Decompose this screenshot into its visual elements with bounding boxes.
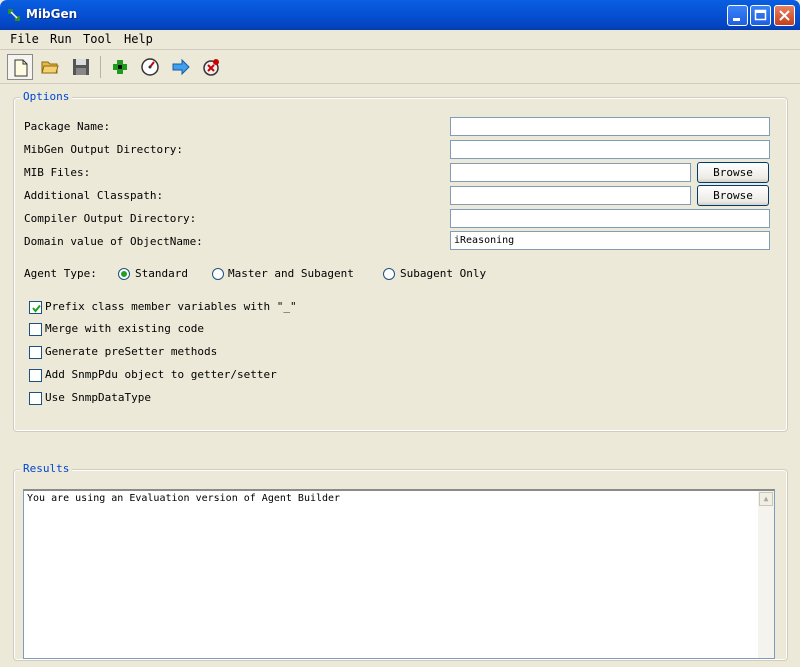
generate-presetter-label: Generate preSetter methods <box>45 345 218 358</box>
radio-standard-label: Standard <box>135 267 188 280</box>
new-file-icon <box>14 59 28 77</box>
menu-help[interactable]: Help <box>124 32 153 46</box>
stop-icon <box>203 59 219 76</box>
menu-bar: File Run Tool Help <box>0 30 800 50</box>
package-name-field[interactable] <box>450 117 770 136</box>
results-text: You are using an Evaluation version of A… <box>27 493 341 504</box>
mibgen-output-directory-label: MibGen Output Directory: <box>24 143 183 156</box>
domain-value-field[interactable]: iReasoning <box>450 231 770 250</box>
radio-master-and-subagent[interactable] <box>212 268 224 280</box>
results-scrollbar[interactable]: ▲ <box>758 491 774 658</box>
agent-type-label: Agent Type: <box>24 267 97 280</box>
gauge-button[interactable] <box>137 54 163 80</box>
close-icon <box>779 10 790 21</box>
save-button[interactable] <box>68 54 94 80</box>
open-button[interactable] <box>37 54 63 80</box>
additional-classpath-field[interactable] <box>450 186 691 205</box>
mib-files-field[interactable] <box>450 163 691 182</box>
menu-run[interactable]: Run <box>50 32 72 46</box>
results-textarea[interactable]: You are using an Evaluation version of A… <box>23 489 775 659</box>
results-legend: Results <box>20 462 73 475</box>
scroll-up-button[interactable]: ▲ <box>759 492 773 506</box>
compiler-output-directory-field[interactable] <box>450 209 770 228</box>
radio-standard[interactable] <box>118 268 130 280</box>
gauge-icon <box>141 58 159 76</box>
forward-button[interactable] <box>168 54 194 80</box>
additional-classpath-browse-button[interactable]: Browse <box>697 185 769 206</box>
maximize-button[interactable] <box>750 5 771 26</box>
radio-selected-dot <box>121 271 127 277</box>
compiler-output-directory-label: Compiler Output Directory: <box>24 212 197 225</box>
radio-master-and-subagent-label: Master and Subagent <box>228 267 354 280</box>
arrow-right-icon <box>172 58 190 76</box>
package-name-label: Package Name: <box>24 120 111 133</box>
maximize-icon <box>754 9 767 21</box>
add-icon <box>113 60 127 74</box>
save-icon <box>73 59 89 75</box>
generate-presetter-checkbox[interactable] <box>29 346 42 359</box>
add-button[interactable] <box>107 54 133 80</box>
prefix-variables-checkbox[interactable] <box>29 301 42 314</box>
add-snmppdu-label: Add SnmpPdu object to getter/setter <box>45 368 277 381</box>
title-bar: MibGen <box>0 0 800 30</box>
mib-files-browse-button[interactable]: Browse <box>697 162 769 183</box>
open-folder-icon <box>41 61 59 74</box>
merge-existing-code-checkbox[interactable] <box>29 323 42 336</box>
mib-files-label: MIB Files: <box>24 166 91 179</box>
menu-file[interactable]: File <box>10 32 39 46</box>
menu-tool[interactable]: Tool <box>83 32 112 46</box>
radio-subagent-only-label: Subagent Only <box>400 267 487 280</box>
options-legend: Options <box>20 90 73 103</box>
domain-value-label: Domain value of ObjectName: <box>24 235 203 248</box>
use-snmpdatatype-checkbox[interactable] <box>29 392 42 405</box>
toolbar <box>0 50 800 84</box>
close-button[interactable] <box>774 5 795 26</box>
radio-subagent-only[interactable] <box>383 268 395 280</box>
checkmark-icon <box>32 304 41 313</box>
additional-classpath-label: Additional Classpath: <box>24 189 164 202</box>
stop-button[interactable] <box>198 54 224 80</box>
toolbar-separator <box>100 56 101 78</box>
minimize-icon <box>733 18 740 21</box>
app-icon <box>8 9 20 21</box>
merge-existing-code-label: Merge with existing code <box>45 322 204 335</box>
mibgen-output-directory-field[interactable] <box>450 140 770 159</box>
add-snmppdu-checkbox[interactable] <box>29 369 42 382</box>
window-title: MibGen <box>26 7 78 21</box>
use-snmpdatatype-label: Use SnmpDataType <box>45 391 151 404</box>
new-button[interactable] <box>7 54 33 80</box>
prefix-variables-label: Prefix class member variables with "_" <box>45 300 297 313</box>
minimize-button[interactable] <box>727 5 748 26</box>
